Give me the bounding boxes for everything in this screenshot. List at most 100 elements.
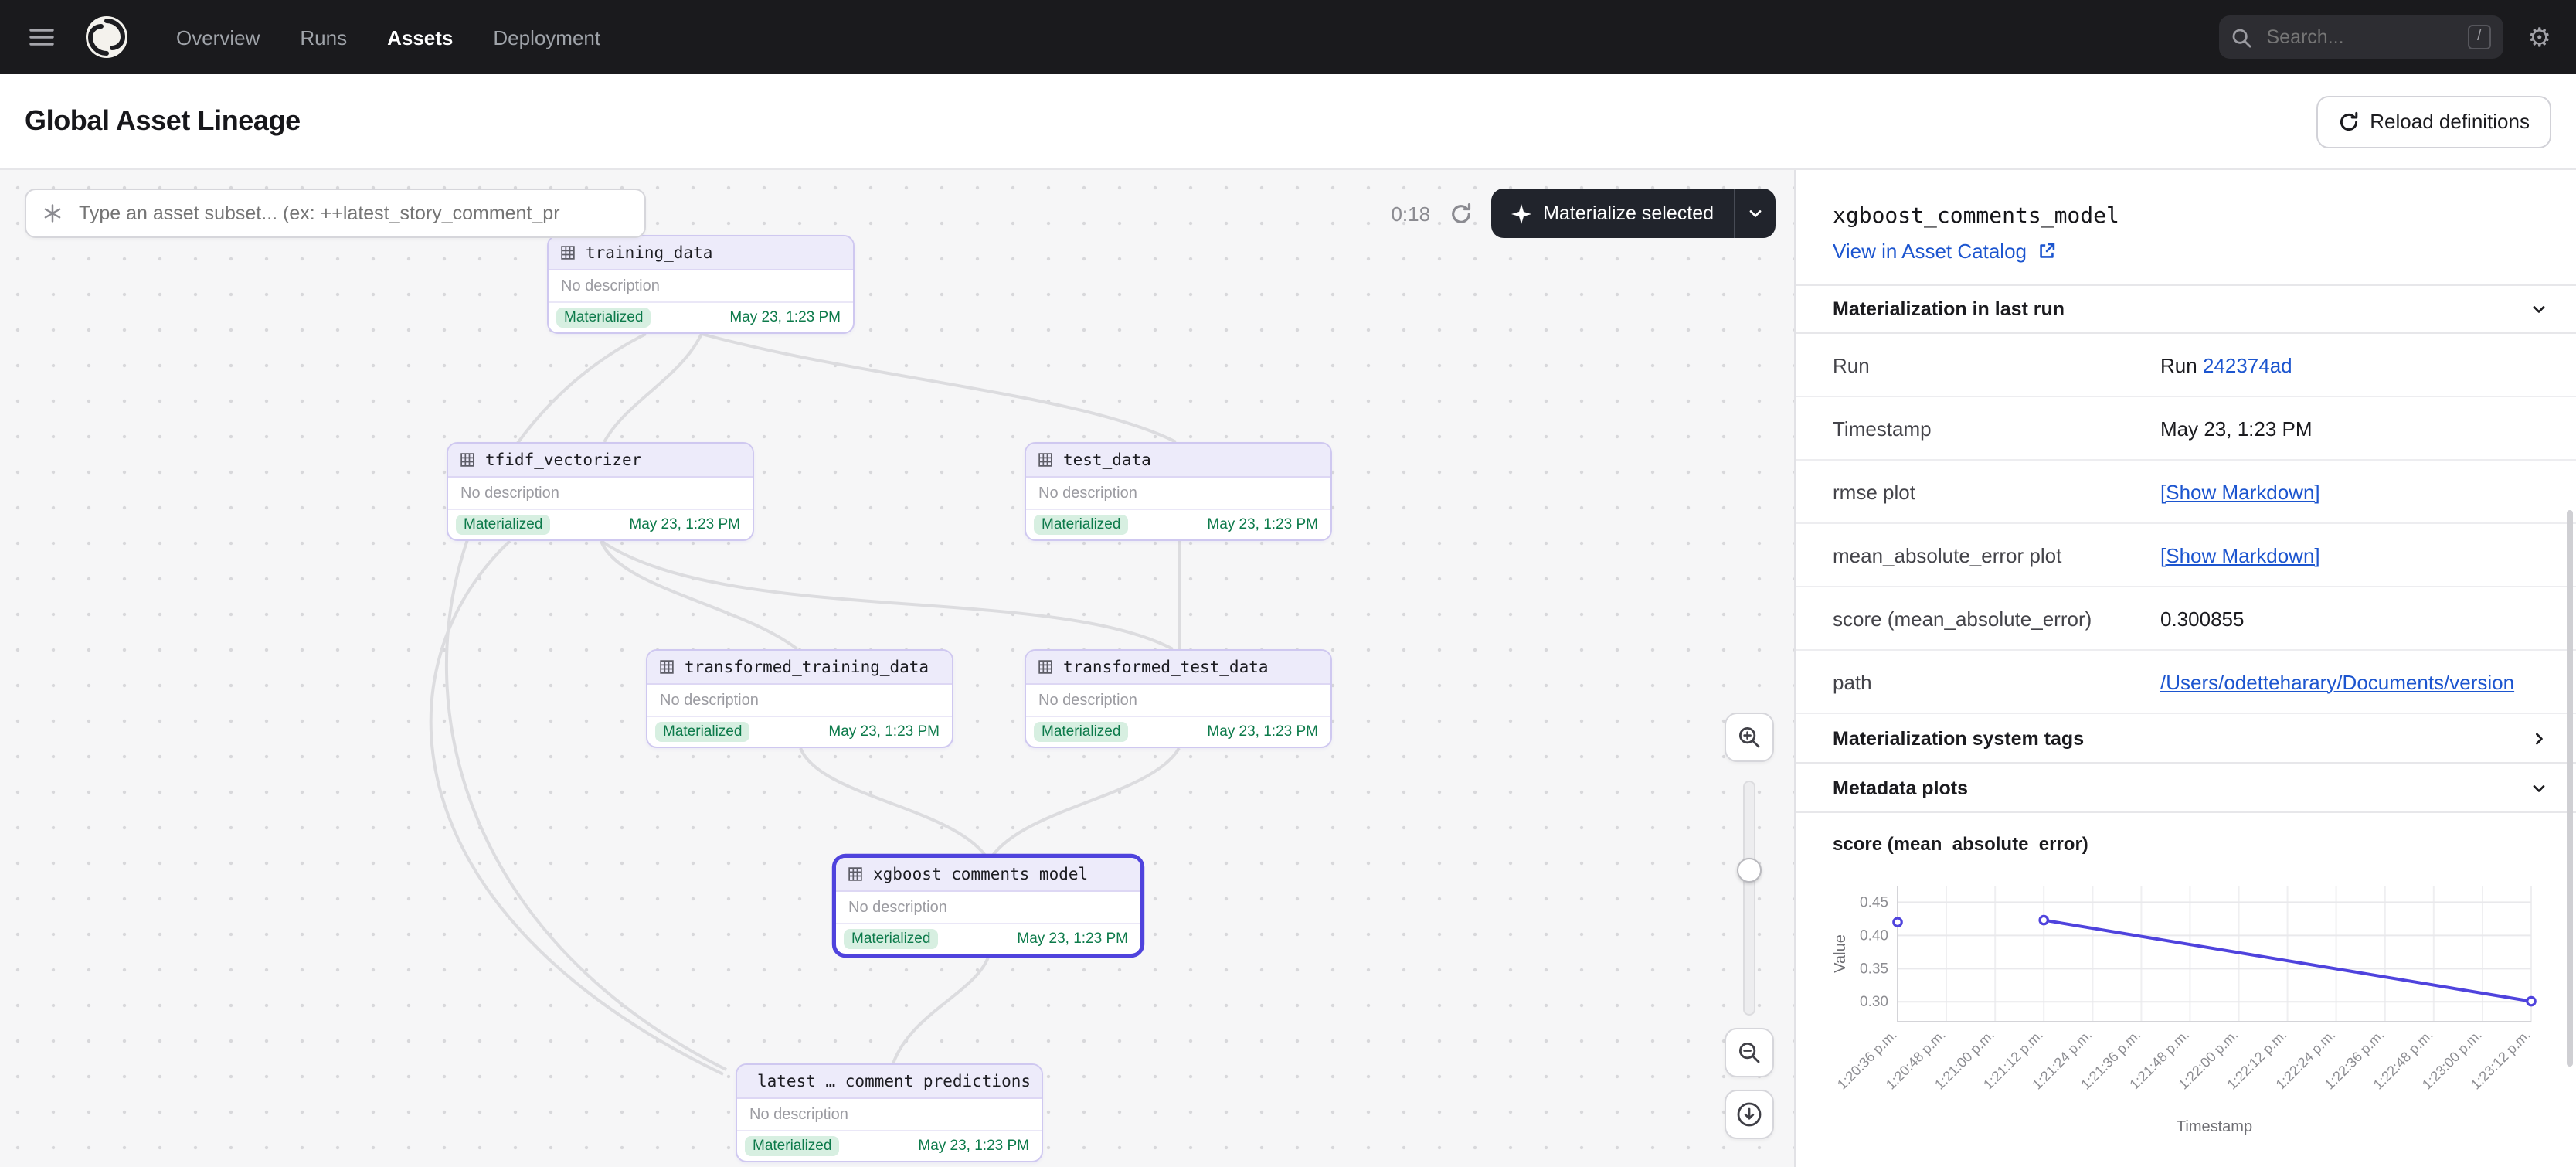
- asset-name: test_data: [1063, 451, 1151, 469]
- run-id-link[interactable]: 242374ad: [2203, 353, 2292, 376]
- svg-text:0.40: 0.40: [1860, 927, 1888, 944]
- section-materialization-last-run[interactable]: Materialization in last run: [1796, 284, 2576, 334]
- refresh-countdown: 0:18: [1391, 202, 1430, 225]
- panel-scrollbar[interactable]: [2567, 510, 2573, 1067]
- search-shortcut-key: /: [2468, 25, 2491, 49]
- chevron-down-icon: [1746, 204, 1765, 223]
- asset-node-training-data[interactable]: training_data No description Materialize…: [547, 235, 855, 334]
- zoom-out-icon: [1737, 1040, 1762, 1065]
- asset-name: xgboost_comments_model: [873, 865, 1088, 883]
- asset-name: transformed_training_data: [685, 658, 929, 676]
- status-badge: Materialized: [844, 929, 938, 949]
- lineage-canvas[interactable]: 0:18 Materialize selected training_data: [0, 170, 1794, 1167]
- reload-definitions-button[interactable]: Reload definitions: [2316, 95, 2551, 148]
- svg-text:Timestamp: Timestamp: [2177, 1118, 2252, 1135]
- reload-icon: [2337, 111, 2359, 132]
- zoom-slider-handle[interactable]: [1737, 858, 1762, 883]
- table-icon: [1037, 658, 1054, 675]
- metadata-key: Timestamp: [1833, 417, 2160, 440]
- materialize-dropdown-button[interactable]: [1734, 189, 1776, 238]
- asset-name: training_data: [586, 243, 712, 262]
- menu-icon[interactable]: [25, 20, 59, 54]
- sparkle-icon: [1511, 203, 1531, 223]
- metadata-key: score (mean_absolute_error): [1833, 607, 2160, 630]
- materialization-timestamp: May 23, 1:23 PM: [729, 309, 845, 326]
- zoom-out-button[interactable]: [1725, 1028, 1774, 1077]
- path-link[interactable]: /Users/odetteharary/Documents/version: [2160, 670, 2514, 693]
- metadata-row-mae-plot: mean_absolute_error plot [Show Markdown]: [1796, 524, 2576, 587]
- view-in-asset-catalog-link[interactable]: View in Asset Catalog: [1796, 229, 2576, 263]
- fit-view-button[interactable]: [1725, 1090, 1774, 1139]
- status-badge: Materialized: [1034, 722, 1128, 742]
- table-icon: [847, 866, 864, 883]
- nav-item-deployment[interactable]: Deployment: [493, 26, 600, 49]
- section-label: Materialization system tags: [1833, 727, 2084, 749]
- asset-node-test-data[interactable]: test_data No description MaterializedMay…: [1025, 442, 1332, 541]
- global-search[interactable]: /: [2219, 15, 2503, 59]
- asset-filter-input[interactable]: [76, 201, 629, 226]
- metadata-key: mean_absolute_error plot: [1833, 543, 2160, 566]
- asset-name: latest_…_comment_predictions: [757, 1072, 1031, 1090]
- chevron-down-icon: [2530, 778, 2548, 797]
- chevron-down-icon: [2530, 300, 2548, 318]
- metadata-value: Run: [2160, 353, 2203, 376]
- asset-description: No description: [1026, 685, 1330, 716]
- asset-details-panel: xgboost_comments_model View in Asset Cat…: [1794, 170, 2576, 1167]
- metadata-value: 0.300855: [2160, 607, 2244, 630]
- asset-filter[interactable]: [25, 189, 646, 238]
- asset-description: No description: [836, 892, 1140, 923]
- show-markdown-link[interactable]: [Show Markdown]: [2160, 543, 2320, 566]
- section-metadata-plots[interactable]: Metadata plots: [1796, 764, 2576, 813]
- materialization-timestamp: May 23, 1:23 PM: [1207, 723, 1323, 740]
- nav-item-assets[interactable]: Assets: [387, 26, 453, 49]
- search-icon: [2231, 27, 2251, 47]
- op-selector-icon: [42, 202, 63, 224]
- asset-node-tfidf-vectorizer[interactable]: tfidf_vectorizer No description Material…: [447, 442, 754, 541]
- search-input[interactable]: [2264, 25, 2455, 49]
- status-badge: Materialized: [1034, 515, 1128, 535]
- asset-node-transformed-training-data[interactable]: transformed_training_data No description…: [646, 649, 953, 748]
- metadata-key: rmse plot: [1833, 480, 2160, 503]
- external-link-icon: [2036, 241, 2056, 261]
- materialization-timestamp: May 23, 1:23 PM: [1017, 931, 1133, 948]
- page-title: Global Asset Lineage: [25, 105, 301, 138]
- svg-text:Value: Value: [1832, 934, 1849, 973]
- table-icon: [459, 451, 476, 468]
- refresh-icon[interactable]: [1449, 202, 1472, 225]
- zoom-in-button[interactable]: [1725, 713, 1774, 762]
- zoom-in-icon: [1737, 725, 1762, 750]
- metadata-key: path: [1833, 670, 2160, 693]
- metadata-row-run: Run Run 242374ad: [1796, 334, 2576, 397]
- metadata-row-path: path /Users/odetteharary/Documents/versi…: [1796, 651, 2576, 714]
- catalog-link-label: View in Asset Catalog: [1833, 240, 2027, 263]
- top-nav: Overview Runs Assets Deployment / ⚙: [0, 0, 2576, 74]
- section-label: Metadata plots: [1833, 777, 1968, 798]
- section-label: Materialization in last run: [1833, 298, 2065, 320]
- section-materialization-system-tags[interactable]: Materialization system tags: [1796, 714, 2576, 764]
- table-icon: [559, 244, 576, 261]
- metadata-row-timestamp: Timestamp May 23, 1:23 PM: [1796, 397, 2576, 461]
- dagster-app: Overview Runs Assets Deployment / ⚙ Glob…: [0, 0, 2576, 1167]
- asset-description: No description: [737, 1099, 1042, 1130]
- dagster-logo-icon[interactable]: [83, 14, 130, 60]
- asset-description: No description: [549, 270, 853, 301]
- materialize-selected-button[interactable]: Materialize selected: [1490, 189, 1776, 238]
- materialize-label: Materialize selected: [1543, 202, 1714, 224]
- svg-text:0.45: 0.45: [1860, 894, 1888, 910]
- circle-down-arrow-icon: [1735, 1101, 1763, 1128]
- score-line-chart: 1:20:36 p.m.1:20:48 p.m.1:21:00 p.m.1:21…: [1823, 867, 2550, 1142]
- asset-node-latest-comment-predictions[interactable]: latest_…_comment_predictions No descript…: [736, 1063, 1043, 1162]
- show-markdown-link[interactable]: [Show Markdown]: [2160, 480, 2320, 503]
- settings-gear-icon[interactable]: ⚙: [2528, 24, 2552, 50]
- metadata-row-score: score (mean_absolute_error) 0.300855: [1796, 587, 2576, 651]
- nav-item-runs[interactable]: Runs: [300, 26, 347, 49]
- nav-links: Overview Runs Assets Deployment: [176, 26, 600, 49]
- status-badge: Materialized: [745, 1136, 839, 1156]
- asset-node-xgboost-comments-model[interactable]: xgboost_comments_model No description Ma…: [834, 856, 1142, 955]
- asset-description: No description: [448, 478, 753, 509]
- zoom-slider-track[interactable]: [1743, 781, 1755, 1016]
- asset-node-transformed-test-data[interactable]: transformed_test_data No description Mat…: [1025, 649, 1332, 748]
- status-badge: Materialized: [556, 308, 651, 328]
- nav-item-overview[interactable]: Overview: [176, 26, 260, 49]
- metadata-value: May 23, 1:23 PM: [2160, 417, 2313, 440]
